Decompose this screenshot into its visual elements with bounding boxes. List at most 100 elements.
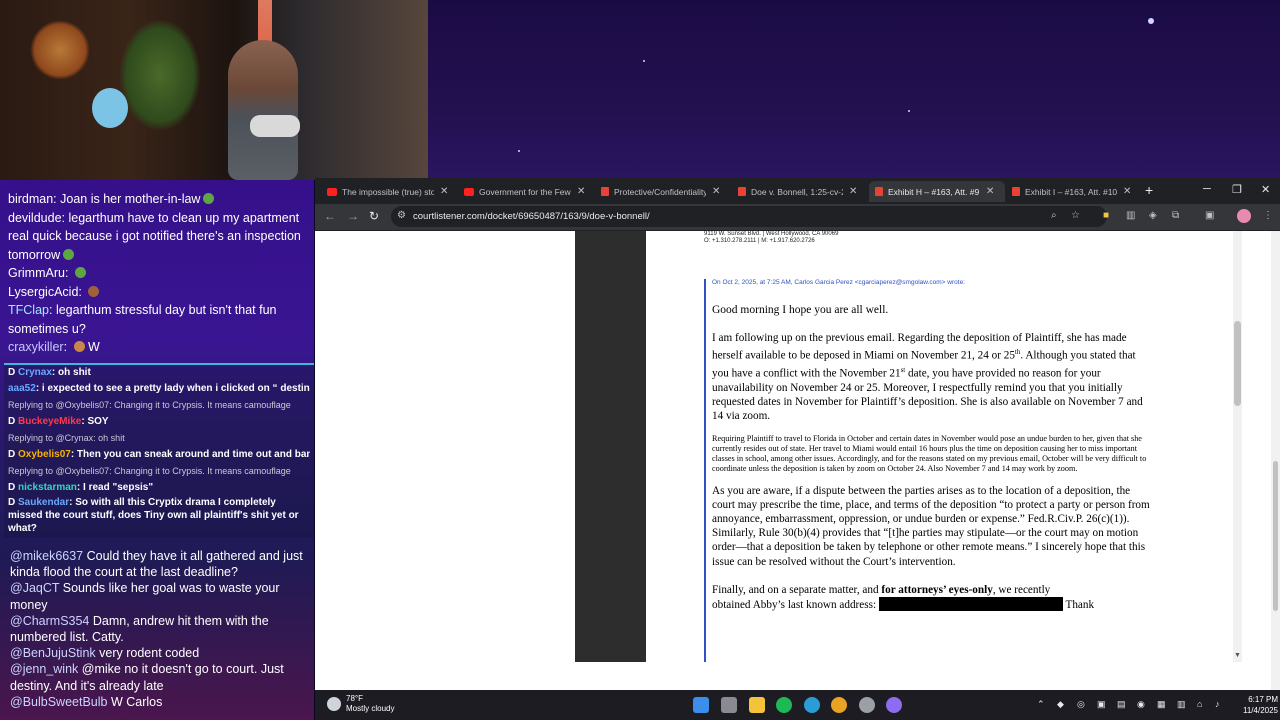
sidebar-icon[interactable]: ▣ [1205,210,1214,221]
tray-icon[interactable]: ▤ [1117,699,1126,710]
close-icon[interactable]: ✕ [712,186,720,197]
chat-message: GrimmAru: [8,264,310,283]
network-icon[interactable]: ⌂ [1197,699,1202,709]
pdf-page: 9119 W. Sunset Blvd. | West Hollywood, C… [646,231,1161,662]
tray-icon[interactable]: ◎ [1077,699,1085,710]
cloud-icon [327,697,341,711]
volume-icon[interactable]: ♪ [1215,699,1220,709]
trash-icon[interactable]: ▥ [1126,210,1135,221]
bookmark-star-icon[interactable]: ☆ [1071,210,1080,221]
close-icon[interactable]: ✕ [1123,186,1131,197]
folder-icon[interactable]: ■ [1103,210,1109,221]
chat-username: craxykiller [8,340,64,354]
chat-message: @jenn_wink @mike no it doesn't go to cou… [10,661,306,693]
address-line: 9119 W. Sunset Blvd. | West Hollywood, C… [704,231,839,237]
reply-text: Replying to @Oxybelis07: Changing it to … [8,466,291,476]
chat-text: Joan is her mother-in-law [60,192,201,206]
weather-widget[interactable]: 78°F Mostly cloudy [327,694,394,714]
chat-username: Crynax [18,367,52,378]
plant-shape [120,20,200,130]
clock[interactable]: 6:17 PM 11/4/2025 [1243,694,1278,716]
tab-title: The impossible (true) storie [342,186,434,197]
windows-start-icon[interactable] [693,697,709,713]
chat-text: very rodent coded [99,646,200,661]
obs-icon[interactable] [859,697,875,713]
chat-username: Saukendar [18,497,70,508]
close-icon[interactable]: ✕ [986,186,994,197]
chat-top-section: birdman: Joan is her mother-in-law devil… [0,180,314,360]
browser-tab[interactable]: Protective/Confidentiality O ✕ [595,181,731,202]
address-bar[interactable]: ⚙ courtlistener.com/docket/69650487/163/… [391,206,1107,227]
chat-text: i expected to see a pretty lady when i c… [41,383,310,394]
site-info-icon[interactable]: ⚙ [397,210,406,221]
paragraph-text: , we recently [992,583,1051,596]
menu-icon[interactable]: ⋮ [1263,210,1273,221]
scroll-down-icon[interactable]: ▼ [1234,652,1241,659]
close-window-icon[interactable]: ✕ [1261,183,1270,196]
lamp-shape [30,20,90,80]
chat-message: D nickstarman: I read "sepsis" [8,482,154,493]
chat-text: legarthum stressful day but isn't that f… [8,303,277,336]
browser-toolbar: ← → ↻ ⚙ courtlistener.com/docket/6965048… [315,204,1280,230]
close-icon[interactable]: ✕ [440,186,448,197]
extension-icon[interactable]: ◈ [1149,210,1157,221]
zoom-icon[interactable]: ⌕ [1051,210,1057,221]
clock-time: 6:17 PM [1248,695,1278,704]
chat-username: @CharmS354 [10,613,90,628]
paragraph-text: obtained Abby’s last known address: [712,598,877,611]
stream-layout: birdman: Joan is her mother-in-law devil… [0,0,1280,720]
tray-icon[interactable]: ◉ [1137,699,1145,710]
chat-reply: Replying to @Oxybelis07: Changing it to … [8,463,310,480]
forward-icon[interactable]: → [347,209,359,223]
browser-tab[interactable]: The impossible (true) storie ✕ [321,181,457,202]
chat-text: W Carlos [110,694,163,709]
chat-message: craxykiller: W [8,340,100,354]
close-icon[interactable]: ✕ [849,186,857,197]
pdf-icon [738,187,746,196]
minimize-icon[interactable]: ─ [1203,183,1211,195]
close-icon[interactable]: ✕ [577,186,585,197]
pdf-scrollbar[interactable]: ▼ [1233,231,1242,662]
tab-title: Protective/Confidentiality O [614,186,706,197]
chat-text: Then you can sneak around and time out a… [76,449,310,460]
browser-window: The impossible (true) storie ✕ Governmen… [315,178,1280,690]
scrollbar-thumb[interactable] [1234,321,1241,406]
browser-tab[interactable]: Exhibit I – #163, Att. #10 in ✕ [1006,181,1142,202]
scrollbar-thumb[interactable] [1273,461,1278,611]
page-scrollbar[interactable] [1271,231,1280,690]
file-explorer-icon[interactable] [749,697,765,713]
star-shape [908,110,910,112]
chat-message: D Saukendar: So with all this Cryptix dr… [8,497,299,534]
tray-icon[interactable]: ▣ [1097,699,1106,710]
microphone-shape [250,115,300,137]
browser-tab[interactable]: Government for the Few by ✕ [458,181,594,202]
chat-message: D Oxybelis07: Then you can sneak around … [8,447,310,463]
redaction-box [878,596,1063,611]
browser-tab[interactable]: Doe v. Bonnell, 1:25-cv-207 ✕ [732,181,868,202]
chrome-icon[interactable] [831,697,847,713]
youtube-icon [464,187,474,196]
edge-icon[interactable] [804,697,820,713]
tray-icon[interactable]: ▥ [1177,699,1186,710]
clock-date: 11/4/2025 [1243,706,1278,715]
back-icon[interactable]: ← [324,209,336,223]
app-icon[interactable] [886,697,902,713]
browser-tab-active[interactable]: Exhibit H – #163, Att. #9 in ✕ [869,181,1005,202]
emote-icon [63,248,75,260]
profile-avatar[interactable] [1237,209,1251,223]
puzzle-icon[interactable]: ⧉ [1172,210,1179,221]
tray-icon[interactable]: ▦ [1157,699,1166,710]
chevron-up-icon[interactable]: ⌃ [1037,699,1045,710]
spotify-icon[interactable] [776,697,792,713]
task-view-icon[interactable] [721,697,737,713]
chat-username: BuckeyeMike [18,416,82,427]
reply-text: Replying to @Crynax: oh shit [8,433,125,443]
chat-message: @mikek6637 Could they have it all gather… [10,548,306,580]
reload-icon[interactable]: ↻ [369,209,379,223]
maximize-icon[interactable]: ❐ [1232,183,1242,196]
tray-icon[interactable]: ◆ [1057,699,1064,710]
chat-username: @mikek6637 [10,549,84,563]
new-tab-button[interactable]: + [1145,182,1153,198]
chat-message: devildude: legarthum have to clean up my… [8,210,301,262]
chat-text: SOY [87,416,109,427]
